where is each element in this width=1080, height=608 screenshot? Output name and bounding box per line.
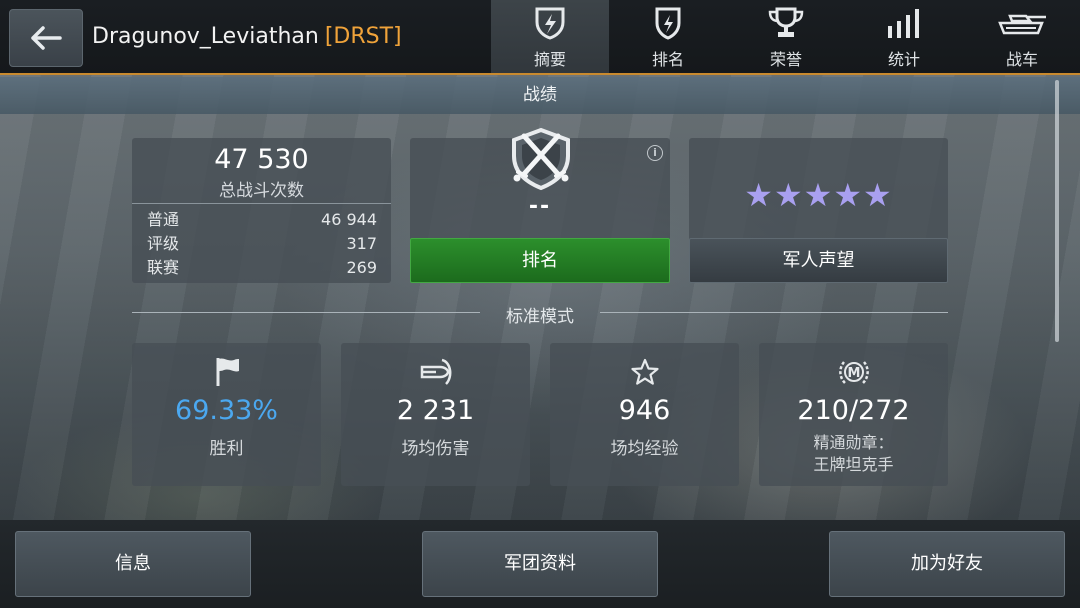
clan-profile-button[interactable]: 军团资料	[422, 531, 658, 597]
battle-type-label: 普通	[147, 210, 180, 229]
tab-rating[interactable]: 排名	[609, 0, 727, 73]
mastery-label-line2: 王牌坦克手	[813, 455, 894, 474]
mastery-label-line1: 精通勋章：	[813, 433, 894, 452]
total-battles-panel: 47 530 总战斗次数 普通 46 944 评级 317 联赛 269	[132, 138, 391, 283]
avg-damage-value: 2 231	[396, 395, 475, 426]
total-battles-value: 47 530	[214, 144, 309, 175]
summary-shield-icon	[535, 7, 565, 40]
scrollbar[interactable]	[1055, 80, 1059, 342]
win-rate-value: 69.33%	[175, 395, 278, 426]
tab-stats-label: 统计	[887, 50, 920, 69]
stat-card-win-rate: 69.33% 胜利	[132, 343, 321, 486]
shell-damage-icon	[420, 358, 451, 385]
avg-xp-value: 946	[618, 395, 671, 426]
trophy-icon	[768, 7, 804, 37]
star-outline-icon	[630, 358, 659, 385]
tab-rating-label: 排名	[651, 50, 684, 69]
rank-panel: i -- 排名	[410, 127, 670, 283]
clan-tag[interactable]: [DRST]	[325, 24, 402, 49]
info-icon[interactable]: i	[647, 145, 663, 161]
battle-type-value: 46 944	[321, 210, 377, 229]
rank-button[interactable]: 排名	[410, 238, 670, 283]
bottom-action-bar: 信息 军团资料 加为好友	[0, 520, 1080, 608]
tank-icon	[998, 14, 1046, 35]
total-battles-label: 总战斗次数	[219, 181, 304, 201]
tab-vehicles-label: 战车	[1005, 50, 1038, 69]
mode-divider-left	[132, 312, 480, 313]
profile-tabs: 摘要 排名 荣誉 统计 战车	[491, 0, 1080, 73]
battle-type-label: 评级	[147, 234, 180, 253]
tab-vehicles[interactable]: 战车	[963, 0, 1080, 73]
tab-honors[interactable]: 荣誉	[727, 0, 845, 73]
avg-damage-label: 场均伤害	[401, 439, 470, 459]
back-arrow-icon	[31, 26, 62, 50]
tab-stats[interactable]: 统计	[845, 0, 963, 73]
battle-type-row: 评级 317	[147, 232, 377, 256]
stat-card-mastery: M 210/272 精通勋章： 王牌坦克手	[759, 343, 948, 486]
battle-type-value: 317	[346, 234, 377, 253]
tab-honors-label: 荣誉	[769, 50, 802, 69]
back-button[interactable]	[9, 9, 83, 67]
reputation-button[interactable]: 军人声望	[689, 238, 948, 283]
player-name-text: Dragunov_Leviathan	[92, 24, 319, 49]
tab-summary[interactable]: 摘要	[491, 0, 609, 73]
player-name: Dragunov_Leviathan [DRST]	[92, 24, 402, 49]
mastery-badge-icon: M	[838, 361, 869, 384]
mode-divider-right	[600, 312, 948, 313]
stat-card-avg-damage: 2 231 场均伤害	[341, 343, 530, 486]
divider	[132, 203, 391, 204]
flag-icon	[216, 358, 239, 386]
info-button[interactable]: 信息	[15, 531, 251, 597]
top-bar: Dragunov_Leviathan [DRST] 摘要 排名 荣誉 统计 战车	[0, 0, 1080, 75]
battle-type-row: 普通 46 944	[147, 208, 377, 232]
battle-type-row: 联赛 269	[147, 256, 377, 280]
tab-summary-label: 摘要	[533, 50, 566, 69]
rank-value: --	[528, 194, 552, 219]
battle-type-list: 普通 46 944 评级 317 联赛 269	[147, 208, 377, 280]
section-header: 战绩	[0, 77, 1080, 114]
stat-card-avg-xp: 946 场均经验	[550, 343, 739, 486]
reputation-panel: ★★★★★ 军人声望	[689, 138, 948, 283]
battle-type-value: 269	[346, 258, 377, 277]
reputation-stars: ★★★★★	[744, 176, 893, 214]
win-rate-label: 胜利	[209, 439, 244, 459]
stats-bars-icon	[888, 9, 919, 38]
mastery-badge-letter: M	[847, 366, 860, 381]
mastery-value: 210/272	[797, 395, 910, 426]
mode-label: 标准模式	[506, 307, 574, 327]
avg-xp-label: 场均经验	[610, 439, 679, 459]
mastery-label: 精通勋章： 王牌坦克手	[759, 432, 948, 476]
add-friend-button[interactable]: 加为好友	[829, 531, 1065, 597]
rating-shield-icon	[655, 7, 681, 40]
battle-type-label: 联赛	[147, 258, 180, 277]
rank-crossed-swords-shield-icon	[512, 127, 570, 191]
